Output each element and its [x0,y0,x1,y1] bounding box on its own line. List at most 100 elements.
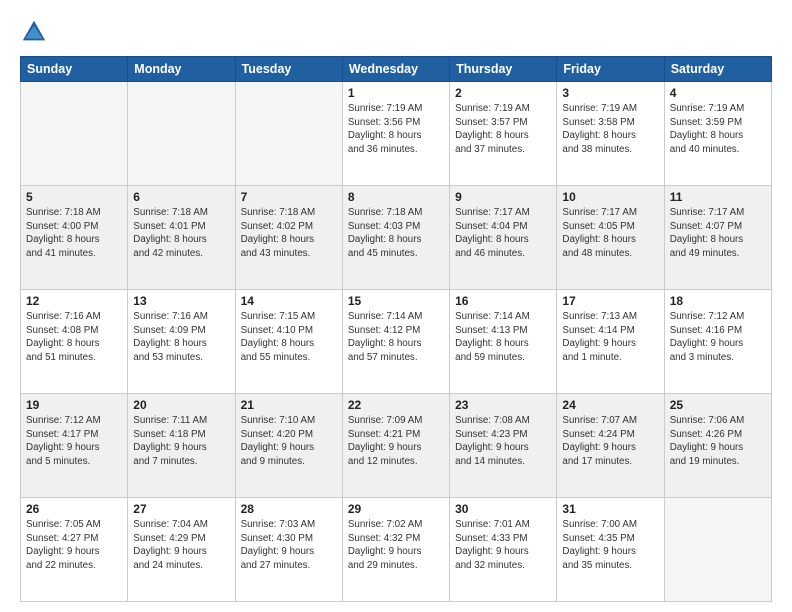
logo [20,18,52,46]
calendar-day-header: Tuesday [235,57,342,82]
day-number: 23 [455,398,551,412]
day-number: 13 [133,294,229,308]
day-number: 1 [348,86,444,100]
calendar-day-cell: 12 Sunrise: 7:16 AM Sunset: 4:08 PM Dayli… [21,290,128,394]
day-number: 7 [241,190,337,204]
calendar-week-row: 12 Sunrise: 7:16 AM Sunset: 4:08 PM Dayli… [21,290,772,394]
day-info: Sunrise: 7:13 AM Sunset: 4:14 PM Dayligh… [562,310,658,365]
calendar-day-cell: 10Sunrise: 7:17 AM Sunset: 4:05 PM Dayli… [557,186,664,290]
calendar-day-header: Monday [128,57,235,82]
day-info: Sunrise: 7:17 AM Sunset: 4:05 PM Dayligh… [562,206,658,261]
calendar-week-row: 5 Sunrise: 7:18 AM Sunset: 4:00 PM Daylig… [21,186,772,290]
calendar-day-cell: 4 Sunrise: 7:19 AM Sunset: 3:59 PM Daylig… [664,82,771,186]
day-info: Sunrise: 7:03 AM Sunset: 4:30 PM Dayligh… [241,518,337,573]
calendar-day-cell [664,498,771,602]
day-info: Sunrise: 7:16 AM Sunset: 4:09 PM Dayligh… [133,310,229,365]
day-info: Sunrise: 7:05 AM Sunset: 4:27 PM Dayligh… [26,518,122,573]
day-number: 26 [26,502,122,516]
day-info: Sunrise: 7:19 AM Sunset: 3:58 PM Dayligh… [562,102,658,157]
day-number: 21 [241,398,337,412]
day-number: 9 [455,190,551,204]
page: SundayMondayTuesdayWednesdayThursdayFrid… [0,0,792,612]
day-number: 27 [133,502,229,516]
calendar-day-cell: 8 Sunrise: 7:18 AM Sunset: 4:03 PM Daylig… [342,186,449,290]
calendar-day-header: Thursday [450,57,557,82]
day-number: 4 [670,86,766,100]
calendar-week-row: 26 Sunrise: 7:05 AM Sunset: 4:27 PM Dayli… [21,498,772,602]
day-info: Sunrise: 7:12 AM Sunset: 4:17 PM Dayligh… [26,414,122,469]
day-info: Sunrise: 7:07 AM Sunset: 4:24 PM Dayligh… [562,414,658,469]
header [20,18,772,46]
day-number: 17 [562,294,658,308]
calendar-day-cell: 28 Sunrise: 7:03 AM Sunset: 4:30 PM Dayli… [235,498,342,602]
day-info: Sunrise: 7:18 AM Sunset: 4:00 PM Dayligh… [26,206,122,261]
day-number: 28 [241,502,337,516]
calendar-day-header: Wednesday [342,57,449,82]
day-info: Sunrise: 7:01 AM Sunset: 4:33 PM Dayligh… [455,518,551,573]
day-number: 3 [562,86,658,100]
calendar-day-cell: 30 Sunrise: 7:01 AM Sunset: 4:33 PM Dayli… [450,498,557,602]
day-number: 16 [455,294,551,308]
day-info: Sunrise: 7:02 AM Sunset: 4:32 PM Dayligh… [348,518,444,573]
calendar-day-cell: 23 Sunrise: 7:08 AM Sunset: 4:23 PM Dayli… [450,394,557,498]
logo-icon [20,18,48,46]
calendar-day-header: Saturday [664,57,771,82]
day-info: Sunrise: 7:18 AM Sunset: 4:01 PM Dayligh… [133,206,229,261]
calendar-header-row: SundayMondayTuesdayWednesdayThursdayFrid… [21,57,772,82]
day-number: 2 [455,86,551,100]
day-info: Sunrise: 7:18 AM Sunset: 4:03 PM Dayligh… [348,206,444,261]
calendar-day-cell: 9 Sunrise: 7:17 AM Sunset: 4:04 PM Daylig… [450,186,557,290]
day-number: 12 [26,294,122,308]
calendar-day-cell [21,82,128,186]
calendar-day-cell: 16 Sunrise: 7:14 AM Sunset: 4:13 PM Dayli… [450,290,557,394]
calendar-day-cell: 13 Sunrise: 7:16 AM Sunset: 4:09 PM Dayli… [128,290,235,394]
day-number: 30 [455,502,551,516]
calendar-day-cell [128,82,235,186]
calendar-day-cell: 20Sunrise: 7:11 AM Sunset: 4:18 PM Dayli… [128,394,235,498]
calendar-day-cell: 21 Sunrise: 7:10 AM Sunset: 4:20 PM Dayli… [235,394,342,498]
day-number: 22 [348,398,444,412]
day-info: Sunrise: 7:12 AM Sunset: 4:16 PM Dayligh… [670,310,766,365]
calendar-day-cell: 31Sunrise: 7:00 AM Sunset: 4:35 PM Dayli… [557,498,664,602]
calendar-day-cell: 29 Sunrise: 7:02 AM Sunset: 4:32 PM Dayli… [342,498,449,602]
day-number: 19 [26,398,122,412]
day-info: Sunrise: 7:14 AM Sunset: 4:13 PM Dayligh… [455,310,551,365]
day-info: Sunrise: 7:10 AM Sunset: 4:20 PM Dayligh… [241,414,337,469]
calendar-day-cell: 17 Sunrise: 7:13 AM Sunset: 4:14 PM Dayli… [557,290,664,394]
day-number: 6 [133,190,229,204]
calendar-day-cell: 6 Sunrise: 7:18 AM Sunset: 4:01 PM Daylig… [128,186,235,290]
day-number: 11 [670,190,766,204]
day-info: Sunrise: 7:17 AM Sunset: 4:04 PM Dayligh… [455,206,551,261]
day-number: 25 [670,398,766,412]
calendar-day-header: Friday [557,57,664,82]
day-info: Sunrise: 7:19 AM Sunset: 3:59 PM Dayligh… [670,102,766,157]
day-info: Sunrise: 7:14 AM Sunset: 4:12 PM Dayligh… [348,310,444,365]
day-number: 8 [348,190,444,204]
calendar-day-cell: 25 Sunrise: 7:06 AM Sunset: 4:26 PM Dayli… [664,394,771,498]
day-number: 29 [348,502,444,516]
day-info: Sunrise: 7:09 AM Sunset: 4:21 PM Dayligh… [348,414,444,469]
day-info: Sunrise: 7:04 AM Sunset: 4:29 PM Dayligh… [133,518,229,573]
calendar-day-cell: 2Sunrise: 7:19 AM Sunset: 3:57 PM Daylig… [450,82,557,186]
day-info: Sunrise: 7:08 AM Sunset: 4:23 PM Dayligh… [455,414,551,469]
day-number: 14 [241,294,337,308]
day-info: Sunrise: 7:19 AM Sunset: 3:56 PM Dayligh… [348,102,444,157]
day-info: Sunrise: 7:00 AM Sunset: 4:35 PM Dayligh… [562,518,658,573]
calendar-day-cell: 26 Sunrise: 7:05 AM Sunset: 4:27 PM Dayli… [21,498,128,602]
calendar-week-row: 1 Sunrise: 7:19 AM Sunset: 3:56 PM Daylig… [21,82,772,186]
calendar-week-row: 19 Sunrise: 7:12 AM Sunset: 4:17 PM Dayli… [21,394,772,498]
day-number: 15 [348,294,444,308]
calendar-day-cell: 22 Sunrise: 7:09 AM Sunset: 4:21 PM Dayli… [342,394,449,498]
calendar-day-cell: 3 Sunrise: 7:19 AM Sunset: 3:58 PM Daylig… [557,82,664,186]
calendar-day-cell: 15 Sunrise: 7:14 AM Sunset: 4:12 PM Dayli… [342,290,449,394]
day-info: Sunrise: 7:18 AM Sunset: 4:02 PM Dayligh… [241,206,337,261]
calendar-day-cell: 24Sunrise: 7:07 AM Sunset: 4:24 PM Dayli… [557,394,664,498]
day-info: Sunrise: 7:06 AM Sunset: 4:26 PM Dayligh… [670,414,766,469]
calendar-day-cell: 7 Sunrise: 7:18 AM Sunset: 4:02 PM Daylig… [235,186,342,290]
day-number: 5 [26,190,122,204]
day-info: Sunrise: 7:15 AM Sunset: 4:10 PM Dayligh… [241,310,337,365]
day-info: Sunrise: 7:17 AM Sunset: 4:07 PM Dayligh… [670,206,766,261]
day-number: 18 [670,294,766,308]
calendar-day-cell: 5 Sunrise: 7:18 AM Sunset: 4:00 PM Daylig… [21,186,128,290]
day-info: Sunrise: 7:16 AM Sunset: 4:08 PM Dayligh… [26,310,122,365]
